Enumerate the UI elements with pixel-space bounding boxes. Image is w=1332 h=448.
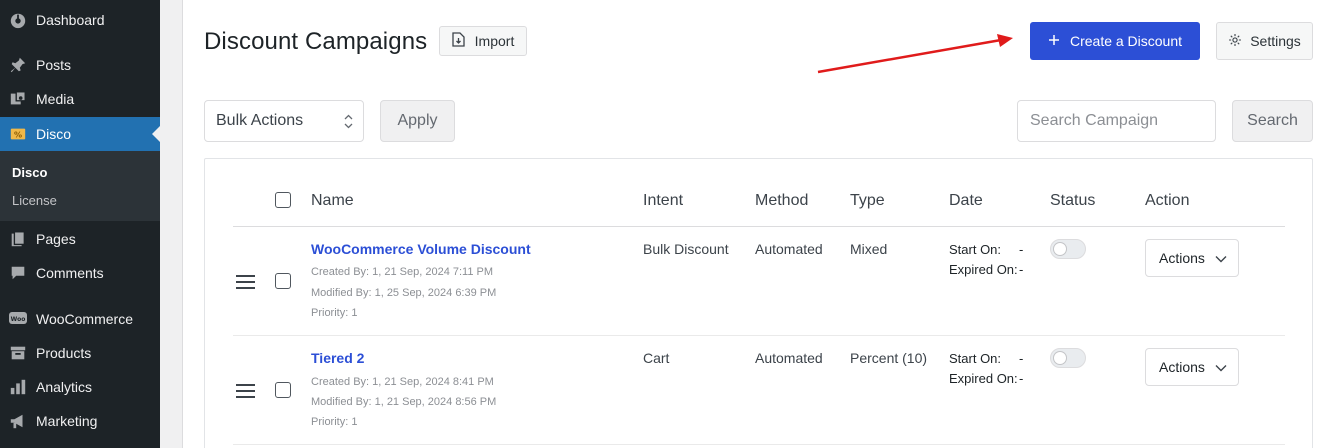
sidebar-item-pages[interactable]: Pages — [0, 222, 160, 256]
select-updown-icon — [344, 114, 353, 134]
sidebar-item-posts[interactable]: Posts — [0, 48, 160, 82]
column-header-type: Type — [850, 192, 885, 209]
column-header-intent: Intent — [643, 192, 684, 209]
priority: Priority: 1 — [311, 416, 358, 428]
bulk-actions-value: Bulk Actions — [216, 112, 304, 129]
chevron-down-icon — [1215, 250, 1227, 266]
sidebar-item-products[interactable]: Products — [0, 336, 160, 370]
actions-label: Actions — [1159, 359, 1205, 375]
sidebar-item-label: Posts — [36, 57, 72, 73]
sidebar-item-comments[interactable]: Comments — [0, 256, 160, 290]
priority: Priority: 1 — [311, 307, 358, 319]
drag-handle-icon[interactable] — [236, 384, 255, 402]
expired-on-label: Expired On: — [949, 371, 1018, 386]
dashboard-icon — [8, 10, 28, 30]
woo-icon: Woo — [8, 309, 28, 329]
gear-icon — [1228, 33, 1242, 50]
comment-icon — [8, 263, 28, 283]
chevron-down-icon — [1215, 359, 1227, 375]
start-on-label: Start On: — [949, 351, 1002, 366]
column-header-name[interactable]: Name — [311, 192, 354, 210]
import-label: Import — [474, 33, 515, 49]
apply-button[interactable]: Apply — [380, 100, 455, 142]
intent-cell: Bulk Discount — [643, 241, 729, 257]
import-button[interactable]: Import — [439, 26, 527, 56]
sidebar-item-label: Marketing — [36, 413, 98, 429]
created-by: Created By: 1, 21 Sep, 2024 7:11 PM — [311, 266, 494, 278]
chart-bar-icon — [8, 377, 28, 397]
sidebar-item-woocommerce[interactable]: Woo WooCommerce — [0, 302, 160, 336]
archive-icon — [8, 343, 28, 363]
sidebar-item-media[interactable]: Media — [0, 82, 160, 116]
column-header-method: Method — [755, 192, 809, 209]
media-icon — [8, 89, 28, 109]
status-toggle[interactable] — [1050, 348, 1086, 368]
campaign-name-link[interactable]: WooCommerce Volume Discount — [311, 241, 531, 257]
sidebar-item-label: WooCommerce — [36, 311, 133, 327]
header-divider — [233, 226, 1285, 227]
annotation-arrow — [817, 34, 1013, 74]
column-header-action: Action — [1145, 192, 1190, 209]
sidebar-item-label: Media — [36, 91, 75, 107]
svg-text:Woo: Woo — [11, 316, 26, 323]
column-header-date: Date — [949, 192, 983, 209]
start-on-value: - — [1019, 351, 1024, 366]
pin-icon — [8, 55, 28, 75]
row-divider — [233, 444, 1285, 445]
start-on-label: Start On: — [949, 242, 1002, 257]
create-discount-button[interactable]: Create a Discount — [1030, 22, 1200, 60]
sidebar-item-label: Comments — [36, 265, 104, 281]
ticket-icon: % — [8, 124, 28, 144]
campaign-name-link[interactable]: Tiered 2 — [311, 350, 364, 366]
sidebar-item-label: Disco — [36, 126, 72, 142]
pages-icon — [8, 229, 28, 249]
sidebar-item-dashboard[interactable]: Dashboard — [0, 3, 160, 37]
megaphone-icon — [8, 411, 28, 431]
admin-sidebar: Dashboard Posts Media % Disco Disco Lice… — [0, 0, 160, 448]
sidebar-item-label: Dashboard — [36, 12, 105, 28]
bulk-actions-select[interactable]: Bulk Actions — [204, 100, 364, 142]
sidebar-item-label: Pages — [36, 231, 76, 247]
file-import-icon — [452, 32, 465, 50]
create-discount-label: Create a Discount — [1069, 33, 1183, 49]
actions-dropdown-button[interactable]: Actions — [1145, 239, 1239, 277]
page-title: Discount Campaigns — [204, 28, 428, 55]
search-campaign-input[interactable] — [1017, 100, 1216, 142]
sidebar-item-marketing[interactable]: Marketing — [0, 404, 160, 438]
intent-cell: Cart — [643, 350, 670, 366]
row-checkbox[interactable] — [275, 273, 291, 289]
method-cell: Automated — [755, 350, 823, 366]
main-content: Discount Campaigns Import Create a Disco… — [182, 0, 1332, 448]
sidebar-item-label: Analytics — [36, 379, 93, 395]
submenu-item-license[interactable]: License — [12, 193, 57, 208]
sidebar-item-disco[interactable]: % Disco — [0, 117, 160, 151]
settings-label: Settings — [1250, 33, 1301, 49]
type-cell: Percent (10) — [850, 350, 928, 366]
status-toggle[interactable] — [1050, 239, 1086, 259]
expired-on-value: - — [1019, 371, 1024, 386]
created-by: Created By: 1, 21 Sep, 2024 8:41 PM — [311, 376, 494, 388]
row-divider — [233, 335, 1285, 336]
modified-by: Modified By: 1, 25 Sep, 2024 6:39 PM — [311, 287, 497, 299]
sidebar-item-analytics[interactable]: Analytics — [0, 370, 160, 404]
actions-label: Actions — [1159, 250, 1205, 266]
modified-by: Modified By: 1, 21 Sep, 2024 8:56 PM — [311, 396, 497, 408]
select-all-checkbox[interactable] — [275, 192, 291, 208]
column-header-status: Status — [1050, 192, 1096, 209]
actions-dropdown-button[interactable]: Actions — [1145, 348, 1239, 386]
svg-text:%: % — [14, 130, 22, 140]
settings-button[interactable]: Settings — [1216, 22, 1313, 60]
sidebar-submenu: Disco License — [0, 151, 160, 221]
type-cell: Mixed — [850, 241, 888, 257]
submenu-item-disco[interactable]: Disco — [12, 165, 47, 180]
expired-on-label: Expired On: — [949, 262, 1018, 277]
search-button[interactable]: Search — [1232, 100, 1313, 142]
drag-handle-icon[interactable] — [236, 275, 255, 293]
method-cell: Automated — [755, 241, 823, 257]
row-checkbox[interactable] — [275, 382, 291, 398]
expired-on-value: - — [1019, 262, 1024, 277]
plus-icon — [1048, 33, 1060, 49]
sidebar-item-label: Products — [36, 345, 92, 361]
start-on-value: - — [1019, 242, 1024, 257]
